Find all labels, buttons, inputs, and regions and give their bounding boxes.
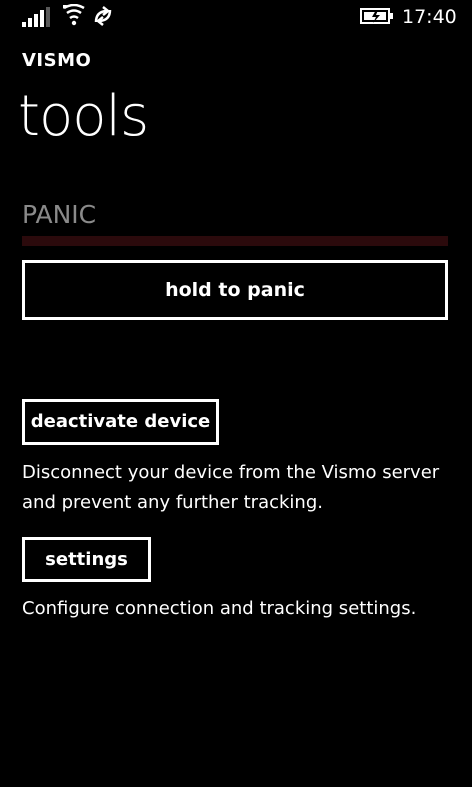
hold-to-panic-button[interactable]: hold to panic	[22, 260, 448, 320]
clock: 17:40	[402, 6, 457, 28]
data-sync-icon	[92, 6, 114, 26]
battery-charging-icon	[360, 7, 394, 25]
deactivate-device-button[interactable]: deactivate device	[22, 399, 219, 445]
wifi-icon	[62, 3, 86, 26]
status-bar: 17:40	[0, 0, 472, 36]
panic-section-label: PANIC	[22, 200, 97, 229]
app-title: VISMO	[22, 50, 92, 71]
deactivate-description: Disconnect your device from the Vismo se…	[22, 462, 440, 513]
page-title: tools	[18, 84, 149, 149]
settings-button[interactable]: settings	[22, 537, 151, 582]
panic-progress-bar	[22, 236, 448, 246]
signal-icon	[22, 7, 52, 27]
settings-description: Configure connection and tracking settin…	[22, 598, 417, 619]
